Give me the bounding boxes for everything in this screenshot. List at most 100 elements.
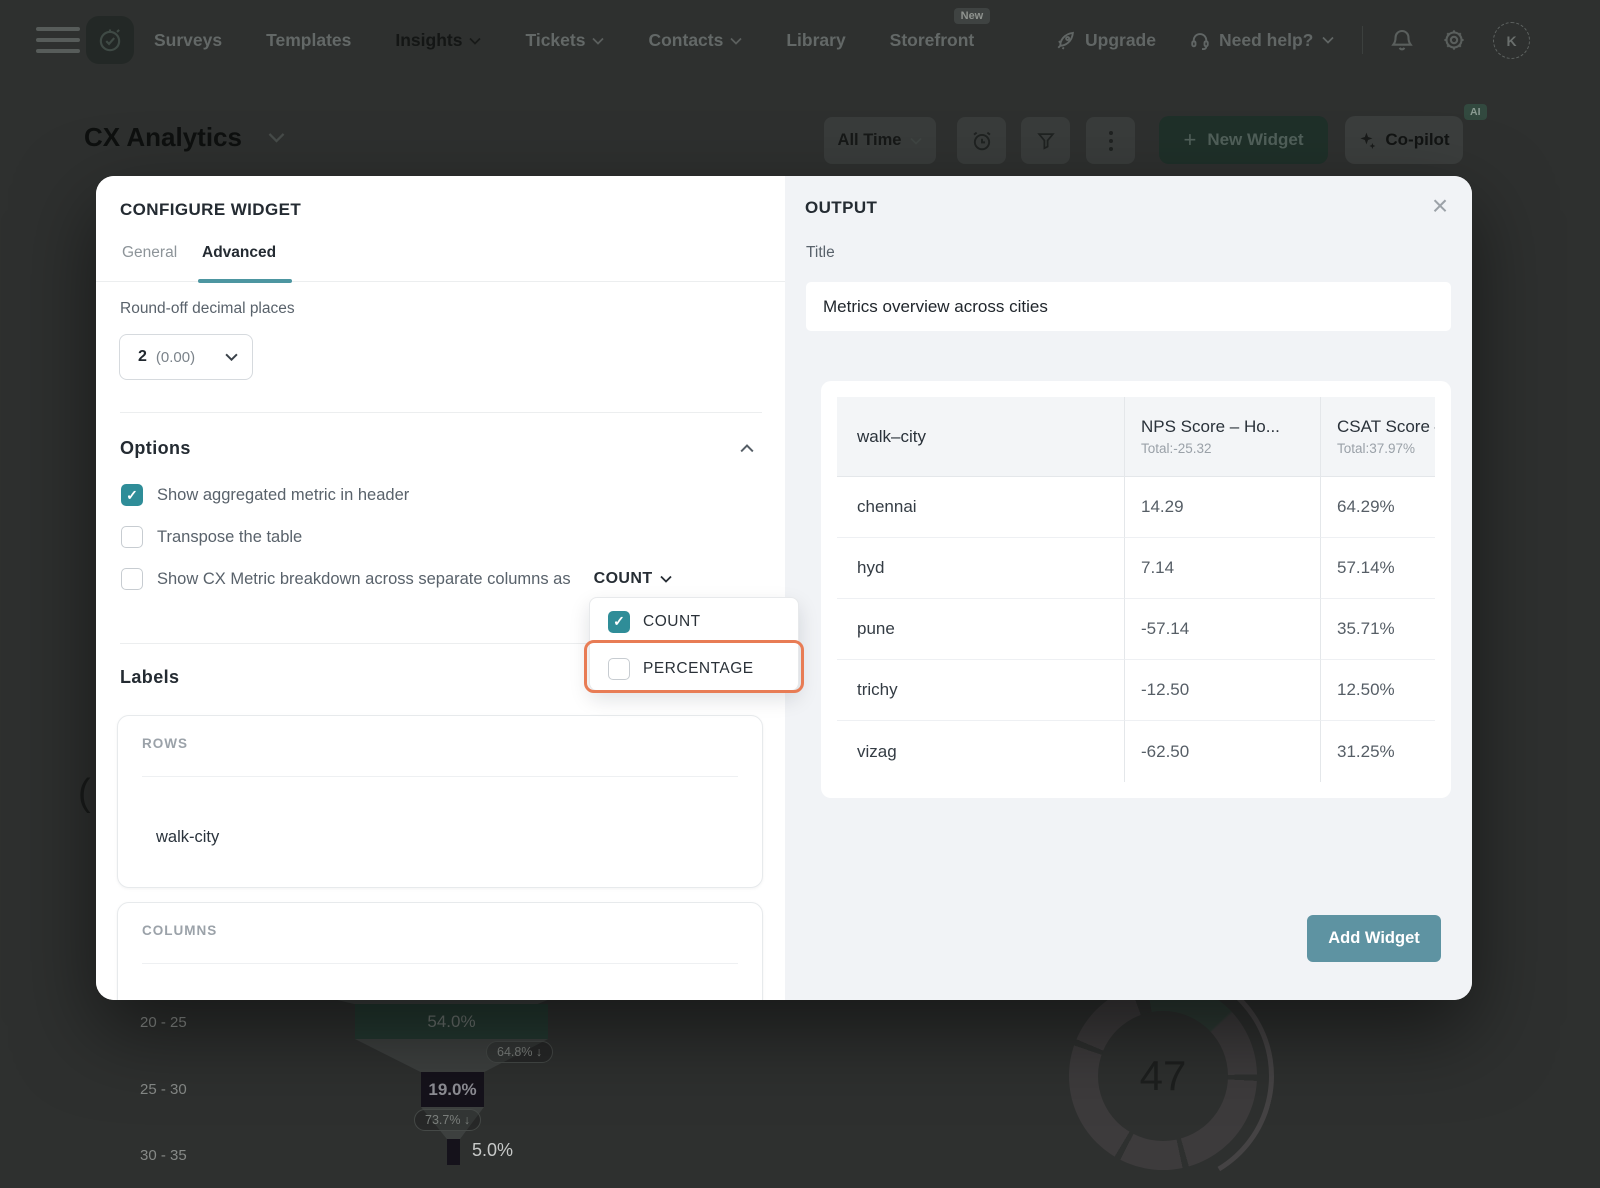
funnel-drop-badge: 73.7% ↓ [414, 1109, 481, 1131]
round-off-select[interactable]: 2 (0.00) [119, 334, 253, 380]
filter-button[interactable] [1021, 117, 1070, 164]
breakdown-mode-dropdown[interactable]: COUNT [594, 570, 672, 588]
checkbox-unchecked[interactable] [608, 658, 630, 680]
configure-widget-modal: CONFIGURE WIDGET General Advanced Round-… [96, 176, 1472, 1000]
dropdown-option-count[interactable]: COUNT [590, 598, 798, 645]
nav-tickets[interactable]: Tickets [525, 30, 604, 51]
chevron-down-icon [268, 132, 285, 143]
nav-storefront[interactable]: Storefront New [890, 30, 975, 51]
funnel-bar-value: 5.0% [472, 1140, 513, 1161]
active-tab-underline [198, 279, 292, 283]
nav-surveys[interactable]: Surveys [154, 30, 222, 51]
gauge-value: 47 [1098, 1011, 1228, 1141]
close-icon[interactable] [1424, 190, 1456, 222]
more-options-kebab-button[interactable] [1086, 117, 1135, 164]
option-row-aggregated-metric: Show aggregated metric in header [121, 484, 409, 506]
checkbox-checked[interactable] [121, 484, 143, 506]
header-total: Total:-25.32 [1141, 441, 1320, 456]
nav-label: Templates [266, 30, 351, 51]
upgrade-button[interactable]: Upgrade [1056, 0, 1156, 80]
option-row-transpose: Transpose the table [121, 526, 302, 548]
chevron-down-icon [469, 37, 481, 45]
copilot-button[interactable]: Co-pilot [1345, 116, 1463, 164]
nav-label: Tickets [525, 30, 585, 51]
tab-advanced[interactable]: Advanced [202, 244, 276, 262]
table-cell-city: chennai [837, 477, 1124, 538]
sparkles-icon [1358, 131, 1377, 150]
filter-funnel-icon [1036, 131, 1056, 151]
main-nav: Surveys Templates Insights Tickets Conta… [154, 0, 974, 80]
funnel-bar-value: 54.0% [427, 1012, 475, 1032]
nav-label: Library [786, 30, 845, 51]
add-widget-label: Add Widget [1328, 929, 1420, 948]
hamburger-menu-icon[interactable] [36, 27, 80, 60]
time-filter-label: All Time [838, 131, 902, 150]
schedule-alarm-button[interactable] [957, 117, 1006, 164]
table-cell-csat: 57.14% [1320, 538, 1435, 599]
headset-icon [1190, 30, 1210, 50]
nav-insights[interactable]: Insights [395, 30, 481, 51]
card-divider [142, 963, 738, 964]
nav-label: Surveys [154, 30, 222, 51]
dashboard-title-dropdown[interactable]: CX Analytics [84, 122, 285, 153]
round-off-value: 2 [138, 348, 147, 366]
header-label: CSAT Score – [1337, 417, 1435, 437]
chevron-down-icon [730, 37, 742, 45]
add-widget-button[interactable]: Add Widget [1307, 915, 1441, 962]
output-table-card: walk–city NPS Score – Ho... Total:-25.32… [821, 381, 1451, 798]
notifications-bell-icon[interactable] [1390, 28, 1414, 52]
table-cell-nps: -62.50 [1124, 721, 1320, 782]
table-cell-city: hyd [837, 538, 1124, 599]
background-paren-glyph: ( [78, 772, 91, 815]
copilot-label: Co-pilot [1385, 130, 1449, 150]
funnel-bucket-label: 20 - 25 [140, 1014, 187, 1031]
table-header-csat: CSAT Score – Total:37.97% [1320, 397, 1435, 477]
time-filter-dropdown[interactable]: All Time [824, 117, 936, 164]
dropdown-option-label: COUNT [643, 613, 701, 631]
breakdown-mode-value: COUNT [594, 570, 653, 588]
chevron-down-icon [225, 353, 238, 361]
new-widget-label: New Widget [1207, 130, 1303, 150]
new-badge: New [954, 8, 991, 24]
configure-panel: CONFIGURE WIDGET General Advanced Round-… [96, 176, 785, 1000]
nav-label: Storefront [890, 30, 975, 51]
nav-label: Insights [395, 30, 462, 51]
collapse-chevron-up-icon[interactable] [740, 444, 754, 453]
app-logo[interactable] [86, 16, 134, 64]
settings-gear-icon[interactable] [1442, 28, 1466, 52]
breakdown-dropdown-popover: COUNT PERCENTAGE [589, 597, 799, 691]
option-row-breakdown: Show CX Metric breakdown across separate… [121, 568, 672, 590]
need-help-button[interactable]: Need help? [1190, 0, 1334, 80]
labels-heading: Labels [120, 667, 179, 688]
table-cell-nps: 14.29 [1124, 477, 1320, 538]
plus-icon [1183, 129, 1196, 152]
table-cell-csat: 12.50% [1320, 660, 1435, 721]
new-widget-button[interactable]: New Widget [1159, 116, 1328, 164]
kebab-icon [1109, 131, 1113, 151]
ai-badge: AI [1464, 104, 1487, 120]
dropdown-option-percentage[interactable]: PERCENTAGE [590, 645, 798, 692]
columns-card-label: COLUMNS [142, 923, 217, 938]
widget-title-input[interactable]: Metrics overview across cities [806, 282, 1451, 331]
app-screen: Surveys Templates Insights Tickets Conta… [0, 0, 1600, 1188]
checkbox-unchecked[interactable] [121, 526, 143, 548]
table-cell-csat: 31.25% [1320, 721, 1435, 782]
header-label: NPS Score – Ho... [1141, 417, 1320, 437]
checkbox-checked[interactable] [608, 611, 630, 633]
alarm-clock-icon [971, 130, 993, 152]
table-cell-city: pune [837, 599, 1124, 660]
page-title: CX Analytics [84, 122, 242, 153]
output-heading: OUTPUT [805, 198, 877, 218]
widget-title-value: Metrics overview across cities [823, 297, 1048, 317]
round-off-hint: (0.00) [156, 349, 195, 366]
nav-library[interactable]: Library [786, 30, 845, 51]
tab-general[interactable]: General [122, 244, 177, 262]
rows-item-walk-city[interactable]: walk-city [156, 828, 219, 847]
checkbox-unchecked[interactable] [121, 568, 143, 590]
rocket-icon [1056, 30, 1076, 50]
nav-contacts[interactable]: Contacts [648, 30, 742, 51]
nav-divider [1362, 26, 1363, 54]
nav-templates[interactable]: Templates [266, 30, 351, 51]
avatar[interactable]: K [1493, 22, 1530, 59]
chevron-down-icon [660, 575, 672, 583]
